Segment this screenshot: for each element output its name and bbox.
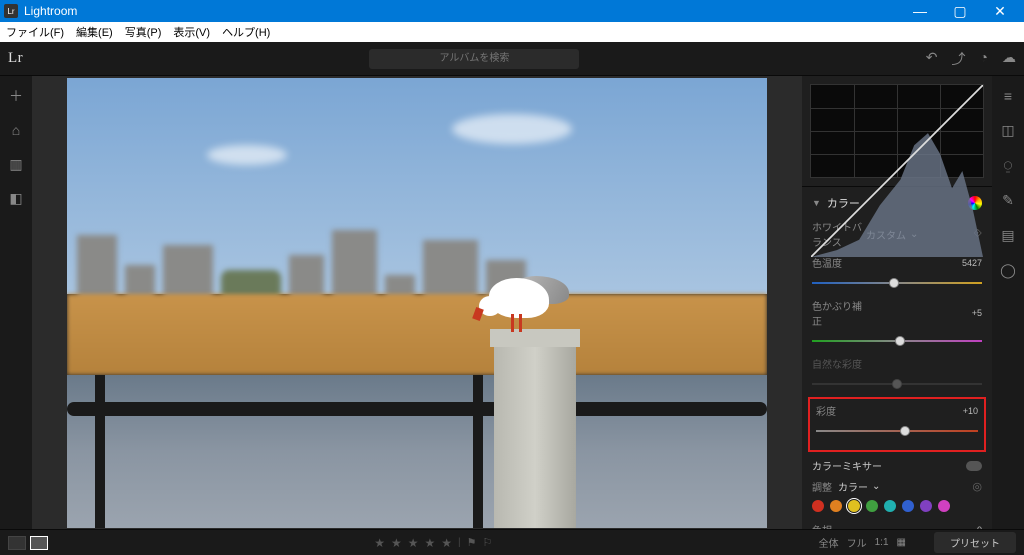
hue-label: 色相 [812, 522, 866, 529]
app-icon: Lr [4, 4, 18, 18]
mixer-color-swatch[interactable] [902, 500, 914, 512]
add-photos-icon[interactable]: ＋ [8, 88, 24, 104]
rating-star[interactable]: ★ [391, 536, 402, 550]
menu-file[interactable]: ファイル(F) [6, 24, 64, 40]
menu-edit[interactable]: 編集(E) [76, 24, 113, 40]
grid-view-icon[interactable]: ▦ [897, 537, 906, 548]
temp-label: 色温度 [812, 255, 866, 270]
rating-star[interactable]: ★ [425, 536, 436, 550]
right-tool-rail: ≡ ◫ ⍜ ✎ ▤ ◯ [992, 76, 1024, 529]
saturation-slider[interactable] [816, 424, 978, 438]
bottom-bar: ★ ★ ★ ★ ★ | ⚑ ⚐ 全体 フル 1:1 ▦ プリセット [0, 529, 1024, 555]
menu-bar: ファイル(F) 編集(E) 写真(P) 表示(V) ヘルプ(H) [0, 22, 1024, 42]
edit-panel: ▼ カラー ホワイトバランス カスタム⌄ ⟐ 色温度 5427 色かぶり補正 +… [802, 76, 992, 529]
rating-star[interactable]: ★ [441, 536, 452, 550]
healing-icon[interactable]: ⍜ [1004, 157, 1012, 174]
tint-label: 色かぶり補正 [812, 298, 866, 328]
mixer-color-swatch[interactable] [938, 500, 950, 512]
zoom-11[interactable]: 1:1 [875, 537, 889, 548]
left-rail: ＋ ⌂ ▥ ◧ [0, 76, 32, 529]
linear-gradient-icon[interactable]: ▤ [1001, 227, 1014, 244]
window-titlebar: Lr Lightroom — ▢ ✕ [0, 0, 1024, 22]
library-icon[interactable]: ▥ [8, 156, 24, 172]
mixer-color-swatch[interactable] [884, 500, 896, 512]
share-panel-icon[interactable]: ◧ [8, 190, 24, 206]
mixer-color-swatch[interactable] [920, 500, 932, 512]
color-mixer-swatches [812, 500, 982, 512]
rating-star[interactable]: ★ [374, 536, 385, 550]
mixer-title: カラーミキサー [812, 458, 882, 473]
window-maximize-button[interactable]: ▢ [940, 0, 980, 22]
search-input[interactable] [369, 49, 579, 69]
window-title: Lightroom [24, 4, 900, 18]
presets-button[interactable]: プリセット [934, 532, 1016, 553]
undo-icon[interactable]: ↶ [926, 49, 938, 69]
top-toolbar: Lr ↶ ⤴ ◔ ☁ [0, 42, 1024, 76]
tint-value: +5 [972, 308, 982, 318]
temp-value: 5427 [962, 258, 982, 268]
saturation-highlight: 彩度 +10 [808, 397, 986, 452]
vibrance-label: 自然な彩度 [812, 356, 866, 371]
vibrance-slider [812, 377, 982, 391]
zoom-full[interactable]: フル [847, 535, 867, 550]
logo: Lr [8, 50, 23, 67]
mixer-color-swatch[interactable] [866, 500, 878, 512]
mixer-color-swatch[interactable] [830, 500, 842, 512]
share-icon[interactable]: ⤴ [952, 49, 966, 69]
menu-view[interactable]: 表示(V) [173, 24, 210, 40]
filmstrip-thumb-active[interactable] [30, 536, 48, 550]
cloud-sync-icon[interactable]: ☁ [1002, 49, 1016, 69]
mixer-color-swatch[interactable] [812, 500, 824, 512]
edit-sliders-icon[interactable]: ≡ [1004, 88, 1012, 104]
home-icon[interactable]: ⌂ [8, 122, 24, 138]
mixer-adjust-label: 調整 [812, 479, 832, 494]
temp-slider[interactable] [812, 276, 982, 290]
histogram[interactable] [802, 76, 992, 186]
canvas[interactable] [32, 76, 802, 529]
window-close-button[interactable]: ✕ [980, 0, 1020, 22]
menu-photo[interactable]: 写真(P) [125, 24, 162, 40]
rating-star[interactable]: ★ [408, 536, 419, 550]
saturation-label: 彩度 [816, 403, 870, 418]
mixer-toggle[interactable] [966, 461, 982, 471]
saturation-value: +10 [963, 406, 978, 416]
radial-gradient-icon[interactable]: ◯ [1000, 262, 1016, 279]
window-minimize-button[interactable]: — [900, 0, 940, 22]
hue-value: 0 [977, 525, 982, 530]
menu-help[interactable]: ヘルプ(H) [222, 24, 270, 40]
filmstrip-thumb[interactable] [8, 536, 26, 550]
targeted-adjust-icon[interactable]: ◎ [972, 480, 982, 493]
tint-slider[interactable] [812, 334, 982, 348]
brush-icon[interactable]: ✎ [1002, 192, 1014, 209]
photo-preview [67, 78, 767, 528]
flag-pick-icon[interactable]: ⚑ [467, 536, 477, 549]
crop-icon[interactable]: ◫ [1001, 122, 1014, 139]
mixer-adjust-dropdown[interactable]: カラー⌄ [838, 479, 880, 494]
flag-reject-icon[interactable]: ⚐ [483, 536, 493, 549]
notifications-icon[interactable]: ◔ [980, 49, 988, 69]
zoom-fit[interactable]: 全体 [819, 535, 839, 550]
mixer-color-swatch[interactable] [848, 500, 860, 512]
